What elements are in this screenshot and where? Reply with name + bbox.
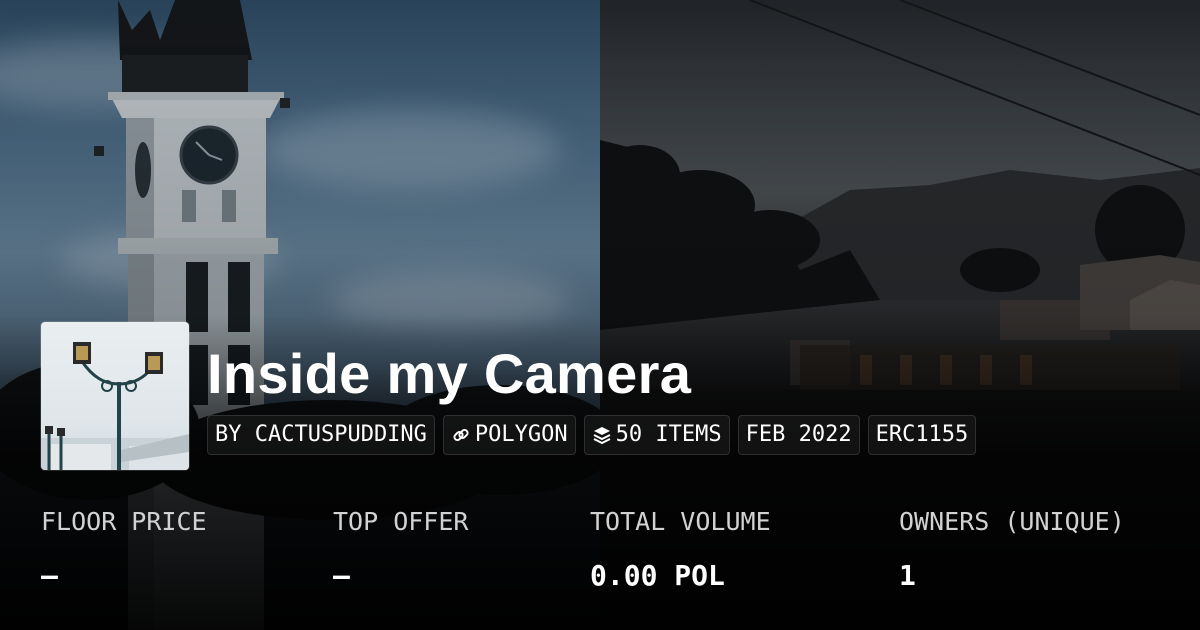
stat-value: – [333, 559, 350, 592]
stat-top-offer: TOP OFFER – [333, 505, 468, 594]
created-date-chip[interactable]: FEB 2022 [737, 415, 860, 455]
layers-icon [593, 427, 611, 445]
collection-title: Inside my Camera [207, 342, 692, 405]
stat-value: 0.00 POL [590, 559, 725, 592]
collection-meta-chips: BY CACTUSPUDDING POLYGON 50 ITEMS FEB 20… [207, 415, 977, 455]
stat-label: FLOOR PRICE [41, 507, 207, 536]
items-chip[interactable]: 50 ITEMS [583, 415, 730, 455]
collection-share-card: Inside my Camera BY CACTUSPUDDING POLYGO… [0, 0, 1200, 630]
token-standard-label: ERC1155 [875, 422, 969, 447]
stat-floor-price: FLOOR PRICE – [41, 505, 207, 594]
token-standard-chip[interactable]: ERC1155 [867, 415, 977, 455]
stat-label: TOTAL VOLUME [590, 507, 771, 536]
creator-label: BY CACTUSPUDDING [215, 422, 427, 447]
items-label: 50 ITEMS [615, 422, 722, 447]
chain-label: POLYGON [474, 422, 568, 447]
stat-total-volume: TOTAL VOLUME 0.00 POL [590, 505, 771, 594]
stat-value: – [41, 559, 58, 592]
stat-value: 1 [899, 559, 916, 592]
chain-chip[interactable]: POLYGON [442, 415, 576, 455]
created-date-label: FEB 2022 [745, 422, 852, 447]
stat-label: OWNERS (UNIQUE) [899, 507, 1125, 536]
stat-label: TOP OFFER [333, 507, 469, 536]
link-icon [453, 428, 469, 442]
street-lamp-image [41, 342, 189, 470]
collection-avatar [41, 322, 189, 470]
stat-owners: OWNERS (UNIQUE) 1 [899, 505, 1125, 594]
creator-chip[interactable]: BY CACTUSPUDDING [207, 415, 435, 455]
